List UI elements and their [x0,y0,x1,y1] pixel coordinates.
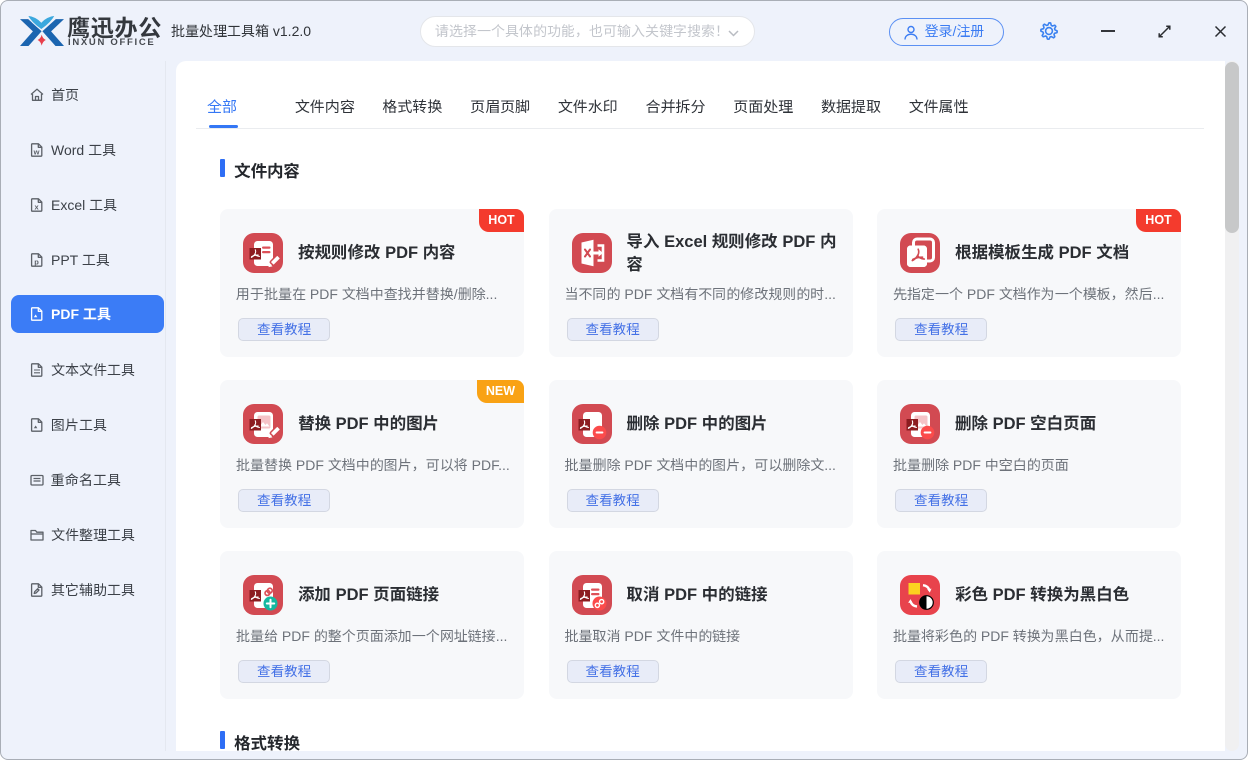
svg-text:w: w [33,147,40,156]
svg-text:x: x [35,202,40,211]
svg-text:p: p [34,257,39,266]
